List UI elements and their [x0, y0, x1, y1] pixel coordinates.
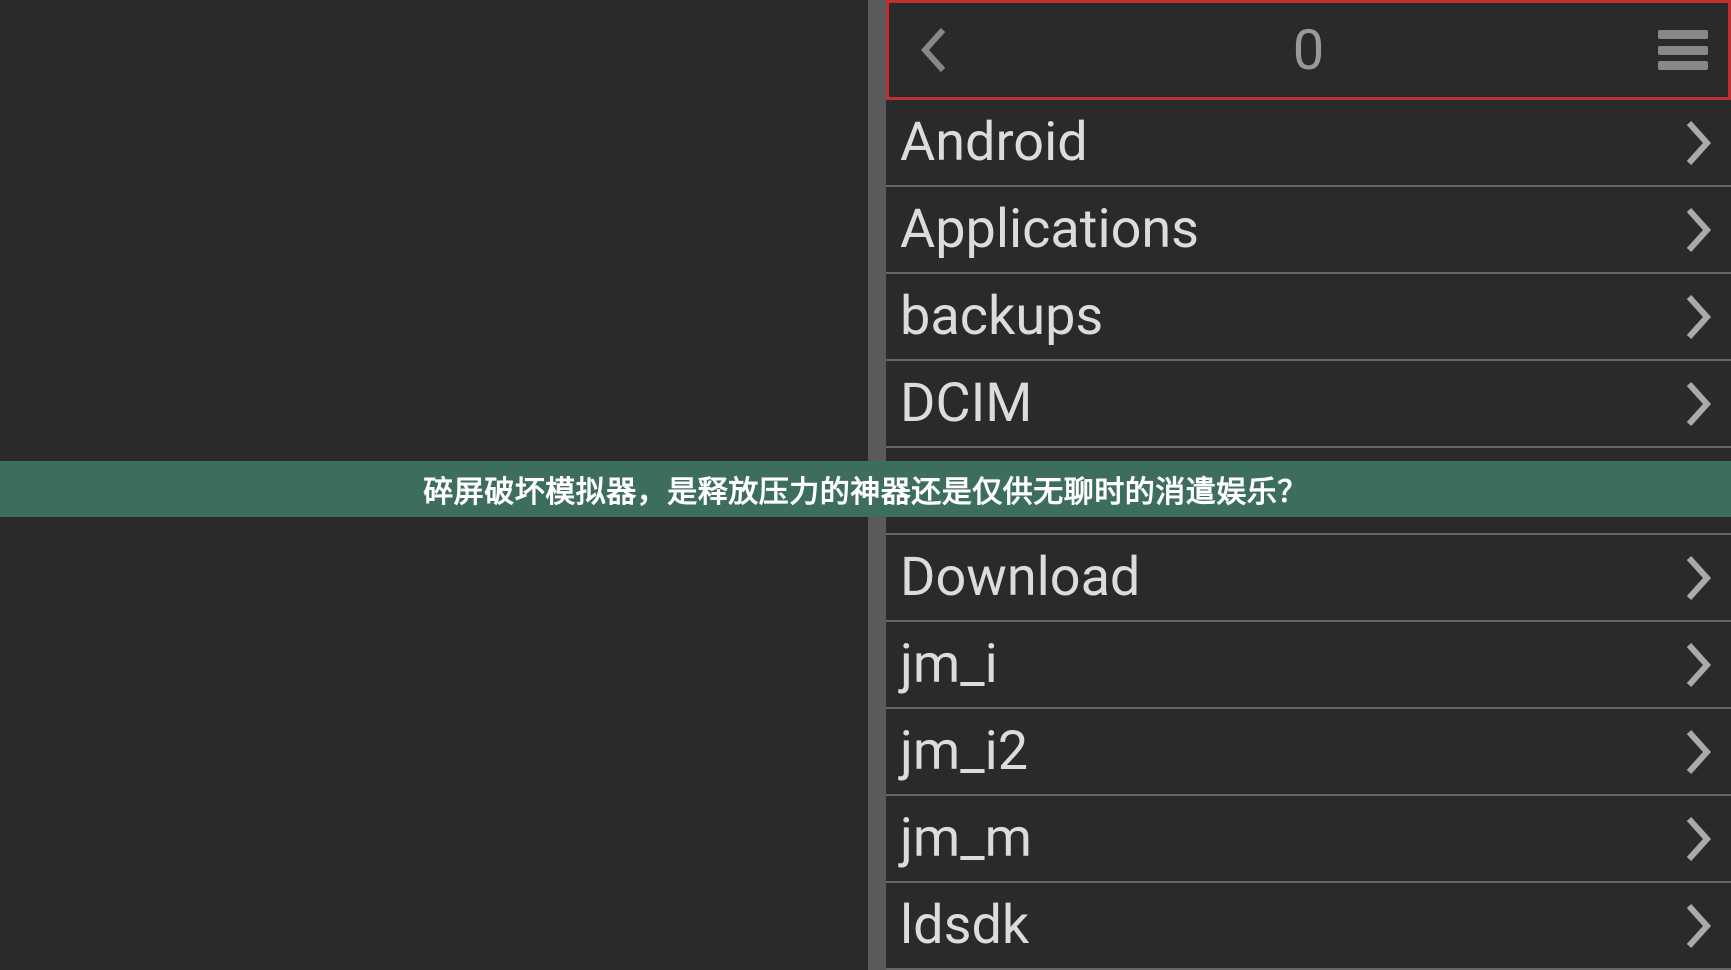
folder-item-download[interactable]: Download: [886, 535, 1731, 622]
chevron-right-icon: [1683, 554, 1713, 602]
folder-name: Download: [900, 551, 1140, 605]
folder-name: Applications: [900, 203, 1199, 257]
chevron-right-icon: [1683, 293, 1713, 341]
folder-item-jm-i2[interactable]: jm_i2: [886, 709, 1731, 796]
folder-name: jm_i: [900, 638, 998, 692]
back-icon: [919, 26, 949, 74]
folder-item-backups[interactable]: backups: [886, 274, 1731, 361]
overlay-text: 碎屏破坏模拟器，是释放压力的神器还是仅供无聊时的消遣娱乐？: [423, 467, 1308, 511]
header-bar: 0: [886, 0, 1731, 100]
menu-button[interactable]: [1658, 30, 1708, 70]
hamburger-icon: [1658, 46, 1708, 55]
folder-name: backups: [900, 290, 1103, 344]
folder-item-android[interactable]: Android: [886, 100, 1731, 187]
chevron-right-icon: [1683, 206, 1713, 254]
chevron-right-icon: [1683, 728, 1713, 776]
folder-name: DCIM: [900, 377, 1032, 431]
chevron-right-icon: [1683, 641, 1713, 689]
folder-item-ldsdk[interactable]: ldsdk: [886, 883, 1731, 970]
folder-item-applications[interactable]: Applications: [886, 187, 1731, 274]
folder-list: Android Applications backups DCIM Docume…: [886, 100, 1731, 970]
folder-item-dcim[interactable]: DCIM: [886, 361, 1731, 448]
hamburger-icon: [1658, 30, 1708, 39]
hamburger-icon: [1658, 61, 1708, 70]
header-title: 0: [1293, 17, 1324, 83]
overlay-banner: 碎屏破坏模拟器，是释放压力的神器还是仅供无聊时的消遣娱乐？: [0, 461, 1731, 517]
chevron-right-icon: [1683, 815, 1713, 863]
chevron-right-icon: [1683, 902, 1713, 950]
folder-item-jm-m[interactable]: jm_m: [886, 796, 1731, 883]
folder-name: jm_m: [900, 812, 1032, 866]
folder-item-jm-i[interactable]: jm_i: [886, 622, 1731, 709]
folder-name: ldsdk: [900, 899, 1029, 953]
folder-name: Android: [900, 116, 1088, 170]
chevron-right-icon: [1683, 380, 1713, 428]
chevron-right-icon: [1683, 119, 1713, 167]
folder-name: jm_i2: [900, 725, 1028, 779]
back-button[interactable]: [909, 25, 959, 75]
